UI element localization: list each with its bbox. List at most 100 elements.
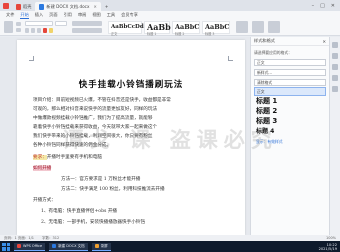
- requirement-text: 开播时手里要有手机和电脑: [46, 155, 102, 160]
- panel-header: 样式和格式 ✕: [251, 37, 329, 46]
- recorder-app-icon: [94, 244, 99, 248]
- pdf-icon: [16, 3, 21, 10]
- underline-icon[interactable]: [37, 28, 41, 33]
- style-list-heading-1[interactable]: 标题 1: [254, 97, 326, 106]
- menu-tools[interactable]: 工具: [107, 12, 115, 18]
- taskbar-app-label: WPS Office: [23, 244, 43, 248]
- tools-label: 开播方式：: [33, 198, 56, 203]
- menu-references[interactable]: 引用: [64, 12, 72, 18]
- style-list-heading-2[interactable]: 标题 2: [254, 107, 326, 116]
- style-pane-icon[interactable]: [332, 42, 338, 48]
- menu-insert[interactable]: 插入: [35, 12, 43, 18]
- menu-page[interactable]: 页面: [49, 12, 57, 18]
- current-style-label: 请选择要应用的格式：: [254, 50, 292, 55]
- menu-bar: 文件 开始 插入 页面 引用 审阅 视图 工具 会员专享: [0, 11, 340, 19]
- method-line: 方法一：官方要求是 1 万粉丝才能开播: [61, 177, 141, 182]
- font-name-select[interactable]: [25, 21, 53, 26]
- select-pane-icon[interactable]: [332, 53, 338, 59]
- new-tab-button[interactable]: +: [101, 2, 113, 11]
- style-heading-3[interactable]: AaBbC 标题 3: [202, 21, 230, 36]
- close-tab-icon[interactable]: ✕: [93, 4, 96, 9]
- menu-review[interactable]: 审阅: [78, 12, 86, 18]
- document-app-icon: [52, 244, 57, 248]
- close-panel-icon[interactable]: ✕: [322, 39, 326, 44]
- step-line: 2、无电脑：一部手机，安装快播播放器快手小铃铛: [41, 220, 145, 225]
- properties-icon[interactable]: [332, 64, 338, 70]
- align-icons[interactable]: [72, 28, 102, 33]
- watermark-text: 谭戈 课 盗课必究: [62, 128, 278, 152]
- list-icons[interactable]: [72, 21, 102, 26]
- document-title: 快手挂载小铃铛播刷玩法: [78, 80, 184, 90]
- tab-label: 新建 DOCX 文档.docx: [46, 3, 90, 9]
- taskbar-app-label: 录屏: [100, 243, 108, 248]
- title-bar: 稻壳 新建 DOCX 文档.docx ✕ + – □ ✕: [0, 0, 340, 11]
- taskbar-app-label: 新建 DOCX 文档: [58, 243, 85, 248]
- style-caption: 标题 3: [205, 32, 215, 36]
- style-caption: 标题 2: [175, 32, 185, 36]
- style-sample: AaBbC: [205, 23, 230, 31]
- share-icon[interactable]: [332, 75, 338, 81]
- paste-icon[interactable]: [4, 21, 13, 33]
- minimize-icon[interactable]: –: [312, 3, 315, 9]
- menu-file[interactable]: 文件: [6, 12, 14, 18]
- close-window-icon[interactable]: ✕: [331, 3, 335, 9]
- taskbar-app[interactable]: 录屏: [91, 242, 111, 251]
- page-indicator: 页码：1 页面：1/1: [4, 235, 34, 240]
- style-heading-2[interactable]: AaBbC 标题 2: [172, 21, 200, 36]
- tab-pdf[interactable]: 稻壳: [12, 2, 35, 11]
- ribbon-toolbar: AaBbCcDd 正文 AaBb 标题 1 AaBbC 标题 2 AaBbC 标…: [0, 19, 340, 36]
- style-heading-1[interactable]: AaBb 标题 1: [144, 21, 171, 36]
- margin-corner: [29, 56, 34, 61]
- paragraph-line: 可观的，那么相对抖音来说快手的流量更加友好，同样的玩法: [33, 107, 158, 112]
- tab-label: 稻壳: [23, 3, 32, 9]
- maximize-icon[interactable]: □: [320, 3, 325, 9]
- system-clock[interactable]: 10:22 2021/5/19: [319, 243, 340, 251]
- taskbar: WPS Office 新建 DOCX 文档 录屏 10:22 2021/5/19: [0, 241, 340, 252]
- hint-label: 如何开播: [33, 166, 52, 171]
- style-sample: AaBbCcDd: [111, 24, 144, 30]
- clock-date: 2021/5/19: [318, 246, 337, 251]
- start-button[interactable]: [2, 242, 10, 251]
- zoom-level[interactable]: 100%: [326, 236, 340, 240]
- style-caption: 正文: [111, 32, 118, 36]
- font-color-icon[interactable]: [43, 28, 47, 33]
- font-size-select[interactable]: [55, 21, 67, 26]
- home-button[interactable]: [0, 0, 12, 11]
- copy-icon[interactable]: [16, 28, 21, 32]
- style-sample: AaBb: [147, 22, 171, 32]
- highlight-icon[interactable]: [49, 28, 53, 33]
- taskbar-app[interactable]: 新建 DOCX 文档: [49, 242, 88, 251]
- text-tools-icon[interactable]: [236, 21, 248, 33]
- cut-icon[interactable]: [16, 22, 21, 26]
- plus-icon: +: [104, 4, 109, 9]
- settings-icon[interactable]: [332, 86, 338, 92]
- margin-corner: [228, 56, 233, 61]
- style-list-normal[interactable]: 正文: [254, 87, 326, 96]
- menu-member[interactable]: 会员专享: [121, 12, 138, 18]
- menu-home[interactable]: 开始: [20, 12, 29, 19]
- style-normal[interactable]: AaBbCcDd 正文: [108, 21, 144, 36]
- tab-document[interactable]: 新建 DOCX 文档.docx ✕: [35, 2, 101, 11]
- document-icon: [39, 3, 45, 10]
- step-line: 1、有电脑：快手直播伴侣+obs 开播: [41, 209, 118, 214]
- paragraph-line: 项目介绍：目前短视频已火爆，不管在抖音还是快手，收益都是非常: [33, 98, 171, 103]
- taskbar-app[interactable]: WPS Office: [14, 242, 46, 251]
- bold-icon[interactable]: [25, 28, 29, 33]
- hint-line: 如何开播: [33, 165, 52, 171]
- italic-icon[interactable]: [31, 28, 35, 33]
- select-icon[interactable]: [268, 21, 280, 33]
- current-style-field[interactable]: 正文: [254, 59, 326, 66]
- method-line: 方法二：快手满足 100 粉丝，利用科技推流去开播: [61, 187, 165, 192]
- clear-format-button[interactable]: 清除格式: [254, 79, 326, 86]
- menu-view[interactable]: 视图: [92, 12, 100, 18]
- wps-logo-icon: [3, 2, 9, 9]
- style-sample: AaBbC: [175, 23, 200, 31]
- word-count: 字数：312: [41, 235, 60, 240]
- find-replace-icon[interactable]: [252, 21, 264, 33]
- wps-app-icon: [17, 244, 21, 248]
- panel-title: 样式和格式: [254, 38, 275, 43]
- paragraph-line: 中做爆款视频挂载小铃铛推广，我们为了提高流量，就能够: [33, 116, 153, 121]
- requirement-label: 要求：: [33, 155, 47, 160]
- requirement-line: 要求：开播时手里要有手机和电脑: [33, 154, 102, 160]
- new-style-button[interactable]: 新样式...: [254, 69, 326, 76]
